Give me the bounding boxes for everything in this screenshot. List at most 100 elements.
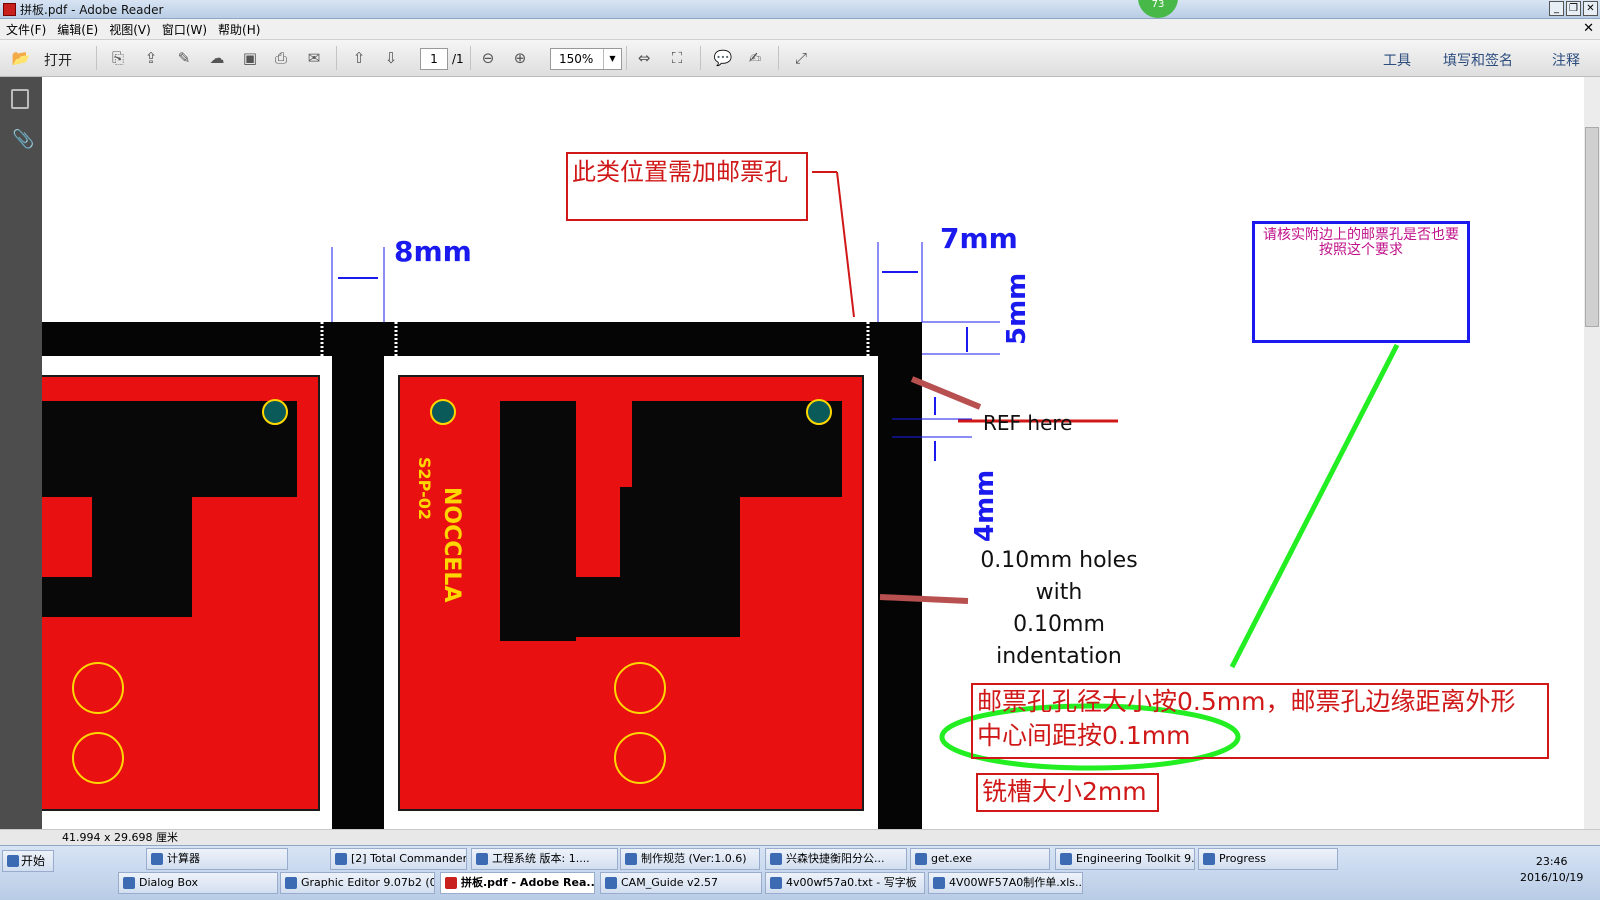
taskbar-label: Dialog Box xyxy=(139,876,198,889)
edit-pdf-icon[interactable]: ✎ xyxy=(173,48,195,68)
taskbar-item[interactable]: Graphic Editor 9.07b2 (0... xyxy=(280,872,435,894)
taskbar: 开始 计算器 [2] Total Commander... 工程系统 版本: 1… xyxy=(0,845,1600,900)
fill-sign-link[interactable]: 填写和签名 xyxy=(1443,50,1513,70)
app-icon xyxy=(933,877,945,889)
app-icon xyxy=(1203,853,1215,865)
taskbar-item[interactable]: CAM_Guide v2.57 xyxy=(600,872,762,894)
export-pdf-icon[interactable]: ⇪ xyxy=(140,48,162,68)
horizontal-scrollbar[interactable] xyxy=(200,829,1600,845)
chevron-down-icon[interactable]: ▼ xyxy=(603,49,621,69)
taskbar-item[interactable]: 兴森快捷衡阳分公... xyxy=(765,848,907,870)
zoom-in-icon[interactable]: ⊕ xyxy=(509,48,531,68)
taskbar-item[interactable]: Engineering Toolkit 9.... xyxy=(1055,848,1195,870)
email-icon[interactable]: ✉ xyxy=(303,48,325,68)
app-icon xyxy=(123,877,135,889)
taskbar-label: 计算器 xyxy=(167,852,200,865)
window-title: 拼板.pdf - Adobe Reader xyxy=(20,2,164,17)
app-icon xyxy=(335,853,347,865)
taskbar-label: 4V00WF57A0制作单.xls... xyxy=(949,876,1083,889)
taskbar-label: 兴森快捷衡阳分公... xyxy=(786,852,885,865)
save-icon[interactable]: ▣ xyxy=(239,48,261,68)
taskbar-item[interactable]: 4v00wf57a0.txt - 写字板 xyxy=(765,872,925,894)
page-down-icon[interactable]: ⇩ xyxy=(380,48,402,68)
menu-window[interactable]: 窗口(W) xyxy=(162,21,207,38)
taskbar-item[interactable]: 4V00WF57A0制作单.xls... xyxy=(928,872,1083,894)
menu-view[interactable]: 视图(V) xyxy=(109,21,151,38)
fit-page-icon[interactable]: ⛶ xyxy=(666,48,688,68)
verify-note-box: 请核实附边上的邮票孔是否也要按照这个要求 xyxy=(1252,221,1470,343)
taskbar-item[interactable]: 工程系统 版本: 1.... xyxy=(471,848,618,870)
toolbar-separator xyxy=(336,46,337,70)
fit-width-icon[interactable]: ⇔ xyxy=(633,48,655,68)
pcb-model: S2P-02 xyxy=(415,457,434,521)
page-total: /1 xyxy=(452,52,464,66)
taskbar-label: CAM_Guide v2.57 xyxy=(621,876,718,889)
tools-link[interactable]: 工具 xyxy=(1383,50,1411,70)
pages-panel-icon[interactable] xyxy=(11,89,29,109)
toolbar: 📂 打开 ⎘ ⇪ ✎ ☁ ▣ ⎙ ✉ ⇧ ⇩ 1 /1 ⊖ ⊕ 150% ▼ ⇔… xyxy=(0,40,1600,77)
comment-link[interactable]: 注释 xyxy=(1552,50,1580,70)
stamp-hole-spec-box: 邮票孔孔径大小按0.5mm，邮票孔边缘距离外形 中心间距按0.1mm xyxy=(971,683,1549,759)
cloud-upload-icon[interactable]: ☁ xyxy=(206,48,228,68)
toolbar-separator xyxy=(778,46,779,70)
minimize-button[interactable]: _ xyxy=(1549,1,1564,16)
print-icon[interactable]: ⎙ xyxy=(270,48,292,68)
taskbar-item[interactable]: get.exe xyxy=(910,848,1050,870)
vertical-scrollbar[interactable] xyxy=(1584,77,1600,829)
comment-bubble-icon[interactable]: 💬 xyxy=(712,48,734,68)
start-label: 开始 xyxy=(21,854,46,868)
taskbar-label: Graphic Editor 9.07b2 (0... xyxy=(301,876,435,889)
taskbar-item[interactable]: Progress xyxy=(1198,848,1338,870)
left-rail xyxy=(332,322,384,829)
app-icon xyxy=(445,877,457,889)
fullscreen-icon[interactable]: ⤢ xyxy=(790,48,812,68)
dimension-5mm: 5mm xyxy=(1002,272,1032,345)
ref-here-label: REF here xyxy=(983,411,1073,435)
system-clock[interactable]: 23:46 2016/10/19 xyxy=(1520,854,1583,886)
highlight-icon[interactable]: ✍ xyxy=(744,48,766,68)
taskbar-label: 制作规范 (Ver:1.0.6) xyxy=(641,852,747,865)
taskbar-item[interactable]: 计算器 xyxy=(146,848,288,870)
menu-file[interactable]: 文件(F) xyxy=(6,21,46,38)
page-up-icon[interactable]: ⇧ xyxy=(348,48,370,68)
spec-line: 中心间距按0.1mm xyxy=(977,721,1191,750)
holes-note: 0.10mm holes with 0.10mm indentation xyxy=(972,545,1146,673)
document-close-icon[interactable]: ✕ xyxy=(1583,21,1594,36)
close-button[interactable]: ✕ xyxy=(1583,1,1598,16)
taskbar-label: get.exe xyxy=(931,852,973,865)
window-controls: _ ❐ ✕ xyxy=(1549,1,1598,16)
app-icon xyxy=(625,853,637,865)
open-folder-icon[interactable]: 📂 xyxy=(10,48,32,68)
taskbar-label: Engineering Toolkit 9.... xyxy=(1076,852,1195,865)
toolbar-separator xyxy=(470,46,471,70)
app-icon xyxy=(915,853,927,865)
taskbar-label: [2] Total Commander... xyxy=(351,852,467,865)
taskbar-label: 工程系统 版本: 1.... xyxy=(492,852,590,865)
restore-button[interactable]: ❐ xyxy=(1566,1,1581,16)
attachment-icon[interactable]: 📎 xyxy=(12,129,34,150)
start-button[interactable]: 开始 xyxy=(2,850,54,872)
app-icon xyxy=(285,877,297,889)
app-icon xyxy=(605,877,617,889)
taskbar-item[interactable]: 制作规范 (Ver:1.0.6) xyxy=(620,848,760,870)
zoom-out-icon[interactable]: ⊖ xyxy=(477,48,499,68)
app-icon xyxy=(476,853,488,865)
page-number-input[interactable]: 1 xyxy=(420,48,448,70)
taskbar-item-active[interactable]: 拼板.pdf - Adobe Rea... xyxy=(440,872,595,894)
dimension-8mm: 8mm xyxy=(394,235,472,268)
clock-date: 2016/10/19 xyxy=(1520,871,1584,884)
app-icon xyxy=(770,877,782,889)
spec-line: 邮票孔孔径大小按0.5mm，邮票孔边缘距离外形 xyxy=(977,687,1516,716)
zoom-select[interactable]: 150% ▼ xyxy=(550,48,622,70)
taskbar-item[interactable]: [2] Total Commander... xyxy=(330,848,467,870)
menu-help[interactable]: 帮助(H) xyxy=(218,21,260,38)
pcb-board-left xyxy=(42,375,320,811)
create-pdf-icon[interactable]: ⎘ xyxy=(107,48,129,68)
document-canvas[interactable]: NOCCELA S2P-02 此类位置需加邮票孔 8mm 7mm 5mm 4mm… xyxy=(42,77,1584,829)
menu-edit[interactable]: 编辑(E) xyxy=(57,21,98,38)
taskbar-item[interactable]: Dialog Box xyxy=(118,872,278,894)
pcb-board-main: NOCCELA S2P-02 xyxy=(398,375,864,811)
menu-bar: 文件(F) 编辑(E) 视图(V) 窗口(W) 帮助(H) ✕ xyxy=(0,19,1600,40)
scroll-thumb[interactable] xyxy=(1585,127,1599,327)
open-button[interactable]: 打开 xyxy=(44,50,72,70)
